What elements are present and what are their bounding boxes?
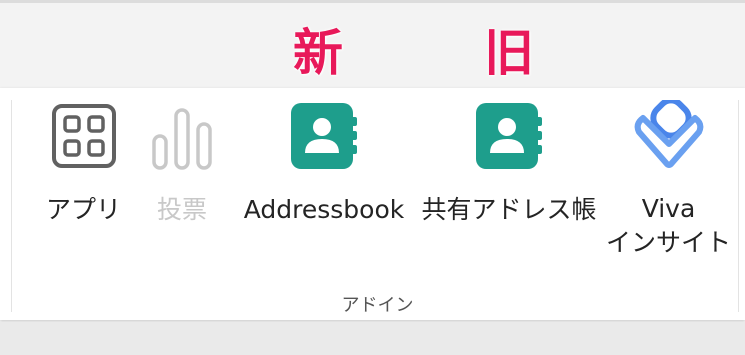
viva-label-line1: Viva <box>641 194 696 223</box>
ribbon-separator-right <box>738 100 739 312</box>
poll-button[interactable]: 投票 <box>146 100 218 228</box>
shared-addressbook-label: 共有アドレス帳 <box>421 195 597 224</box>
ribbon-bottom-strip <box>0 322 745 355</box>
apps-button[interactable]: アプリ <box>46 100 121 228</box>
addressbook-button[interactable]: Addressbook <box>236 100 412 228</box>
viva-insights-icon <box>614 100 724 172</box>
ribbon-group-label: アドイン <box>341 295 414 316</box>
apps-grid-icon <box>48 100 120 172</box>
viva-label-line2: インサイト <box>606 228 732 257</box>
annotation-new: 新 <box>293 24 343 82</box>
poll-bars-icon <box>146 100 218 172</box>
addressbook-icon <box>236 100 412 172</box>
viva-insights-label: Viva インサイト <box>606 192 731 260</box>
addressbook-label: Addressbook <box>243 195 405 224</box>
annotation-old: 旧 <box>484 24 534 82</box>
shared-addressbook-button[interactable]: 共有アドレス帳 <box>418 100 600 228</box>
ribbon-separator-left <box>11 100 12 312</box>
poll-label: 投票 <box>156 195 207 224</box>
window-top-border <box>0 0 745 3</box>
addressbook-icon <box>418 100 600 172</box>
viva-insights-button[interactable]: Viva インサイト <box>606 100 731 260</box>
apps-label: アプリ <box>46 195 122 224</box>
